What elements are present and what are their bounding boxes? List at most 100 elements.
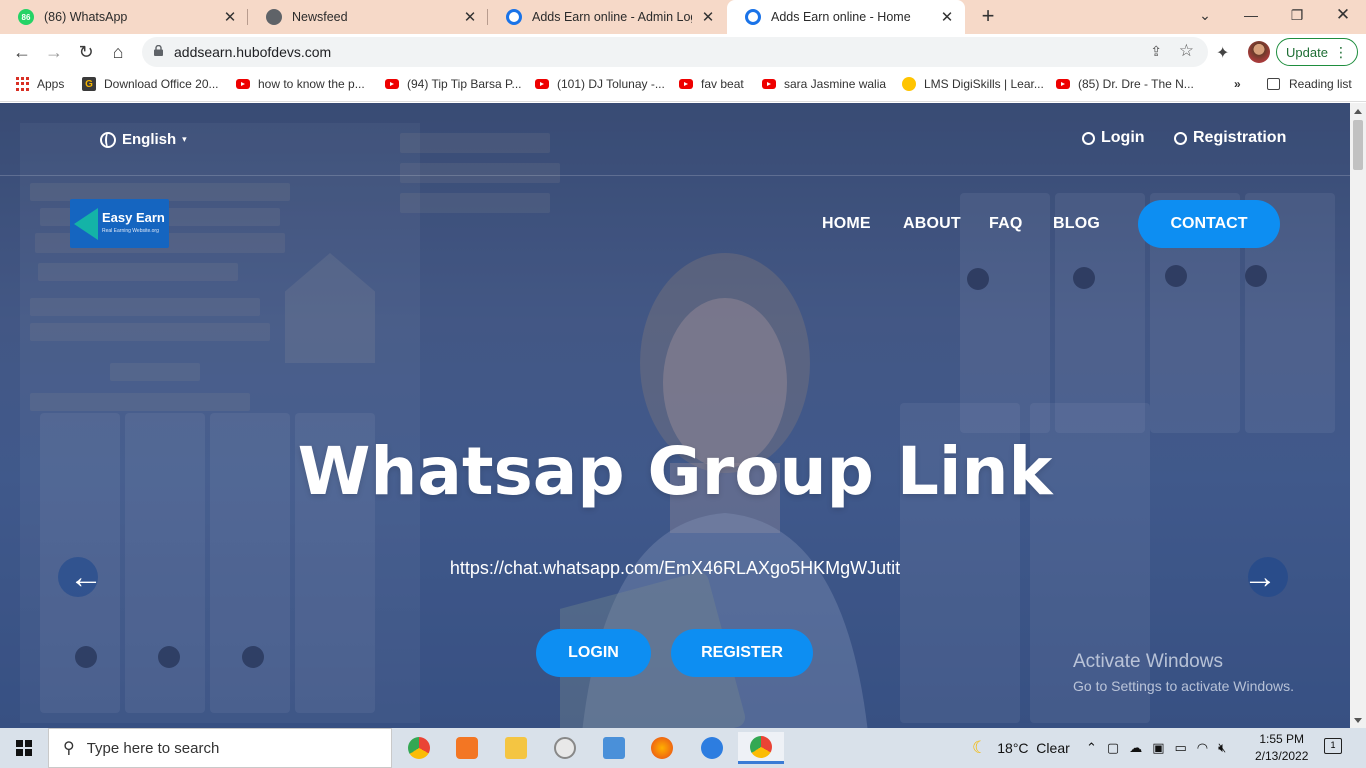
weather-widget[interactable]: ☾ 18°C Clear [972,728,1070,768]
page-scrollbar[interactable] [1350,103,1366,728]
new-tab-button[interactable]: + [976,5,1000,29]
youtube-icon [385,79,399,89]
window-close-icon[interactable]: ✕ [1320,0,1366,30]
reading-list[interactable]: Reading list [1267,77,1352,91]
bookmark-youtube[interactable]: how to know the p... [236,77,365,91]
site-icon [506,9,522,25]
app-launcher[interactable] [689,732,735,764]
restore-icon[interactable]: ❐ [1274,0,1320,30]
bookmark-download-office[interactable]: Download Office 20... [82,77,219,91]
nav-faq[interactable]: FAQ [989,215,1023,233]
nav-home[interactable]: HOME [822,215,871,233]
tab-title: (86) WhatsApp [44,10,128,24]
update-button[interactable]: Update ⋮ [1276,38,1358,66]
bookmark-star-icon[interactable]: ☆ [1179,41,1194,61]
tray-app-icon[interactable]: ▢ [1107,740,1119,756]
reload-icon[interactable]: ↻ [74,40,98,64]
bookmark-youtube[interactable]: (94) Tip Tip Barsa P... [385,77,522,91]
whatsapp-group-link[interactable]: https://chat.whatsapp.com/EmX46RLAXgo5HK… [0,558,1350,579]
battery-icon[interactable]: ▭ [1175,740,1187,756]
paint-app[interactable] [542,732,588,764]
weather-text: 18°C Clear [997,740,1070,756]
tab-home-active[interactable]: Adds Earn online - Home ✕ [727,0,965,34]
bookmark-lms[interactable]: LMS DigiSkills | Lear... [902,77,1044,91]
watermark-title: Activate Windows [1073,651,1223,672]
network-error-icon[interactable]: ☁ [1129,740,1142,756]
bookmark-apps[interactable]: Apps [15,77,64,91]
home-icon[interactable]: ⌂ [106,40,130,64]
paint-icon [554,737,576,759]
file-explorer-app[interactable] [493,732,539,764]
xampp-app[interactable] [444,732,490,764]
firefox-icon [651,737,673,759]
slider-prev-arrow-icon[interactable]: ← [58,557,110,599]
youtube-icon [535,79,549,89]
slider-next-arrow-icon[interactable]: → [1236,557,1288,599]
nav-about[interactable]: ABOUT [903,215,961,233]
tray-app-icon[interactable]: ▣ [1152,740,1164,756]
chevron-up-icon[interactable]: ⌃ [1086,740,1097,756]
login-label: Login [1101,129,1145,146]
system-tray[interactable]: ⌃ ▢ ☁ ▣ ▭ ◠ 🔇︎ [1086,728,1226,768]
close-tab-icon[interactable]: ✕ [700,8,716,26]
lock-icon [154,45,163,56]
bookmark-label: (101) DJ Tolunay -... [557,77,665,91]
tab-admin-login[interactable]: Adds Earn online - Admin Login ✕ [488,0,726,34]
language-selector[interactable]: English ▾ [100,131,187,148]
login-link[interactable]: Login [1082,129,1145,147]
close-tab-icon[interactable]: ✕ [939,8,955,26]
wifi-icon[interactable]: ◠ [1197,740,1208,756]
user-plus-icon [1174,131,1187,145]
chevron-down-icon: ▾ [182,134,187,144]
watermark-subtitle: Go to Settings to activate Windows. [1073,678,1294,694]
remote-desktop-app[interactable] [591,732,637,764]
hero-register-button[interactable]: REGISTER [671,629,813,677]
youtube-icon [1056,79,1070,89]
contact-button[interactable]: CONTACT [1138,200,1280,248]
bookmark-label: Download Office 20... [104,77,219,91]
bookmark-label: (94) Tip Tip Barsa P... [407,77,522,91]
bookmark-youtube[interactable]: (85) Dr. Dre - The N... [1056,77,1194,91]
folder-icon [505,737,527,759]
bookmark-youtube[interactable]: sara Jasmine walia [762,77,886,91]
bookmark-youtube[interactable]: fav beat [679,77,744,91]
scroll-down-arrow-icon[interactable] [1354,718,1362,723]
bookmark-label: sara Jasmine walia [784,77,887,91]
clock-time: 1:55 PM [1259,732,1305,746]
bookmark-youtube[interactable]: (101) DJ Tolunay -... [535,77,665,91]
search-placeholder: Type here to search [86,739,220,757]
registration-link[interactable]: Registration [1174,129,1286,147]
forward-arrow-icon[interactable]: → [42,40,66,64]
scroll-thumb[interactable] [1353,120,1363,170]
nav-blog[interactable]: BLOG [1053,215,1100,233]
browser-toolbar: ← → ↻ ⌂ addsearn.hubofdevs.com ⇪ ☆ ✦ Upd… [0,34,1366,70]
notification-center-icon[interactable]: 1 [1324,738,1342,754]
bookmark-label: Apps [37,77,65,91]
tab-search-chevron-icon[interactable]: ⌄ [1182,0,1228,30]
hero-login-button[interactable]: LOGIN [536,629,651,677]
tab-whatsapp[interactable]: 86 (86) WhatsApp ✕ [0,0,248,34]
close-tab-icon[interactable]: ✕ [462,8,478,26]
extensions-puzzle-icon[interactable]: ✦ [1216,43,1229,63]
site-logo[interactable]: Easy Earn Real Earning Website.org [70,199,169,248]
logo-arrow-icon [74,208,98,240]
back-arrow-icon[interactable]: ← [10,40,34,64]
tab-newsfeed[interactable]: Newsfeed ✕ [248,0,488,34]
start-button[interactable] [0,728,48,768]
close-tab-icon[interactable]: ✕ [222,8,238,26]
chrome-active-app[interactable] [738,732,784,764]
address-bar[interactable]: addsearn.hubofdevs.com ⇪ ☆ [142,37,1208,67]
taskbar-search[interactable]: ⚲ Type here to search [48,728,392,768]
scroll-up-arrow-icon[interactable] [1354,109,1362,114]
more-bookmarks-chevron-icon[interactable]: » [1234,77,1241,91]
chrome-app[interactable] [396,732,442,764]
minimize-icon[interactable]: — [1228,0,1274,30]
share-icon[interactable]: ⇪ [1150,43,1162,60]
system-clock[interactable]: 1:55 PM 2/13/2022 [1255,731,1308,765]
profile-avatar[interactable] [1248,41,1270,63]
firefox-app[interactable] [639,732,685,764]
volume-muted-icon[interactable]: 🔇︎ [1218,740,1226,756]
youtube-icon [679,79,693,89]
chrome-icon [408,737,430,759]
bookmark-label: how to know the p... [258,77,365,91]
